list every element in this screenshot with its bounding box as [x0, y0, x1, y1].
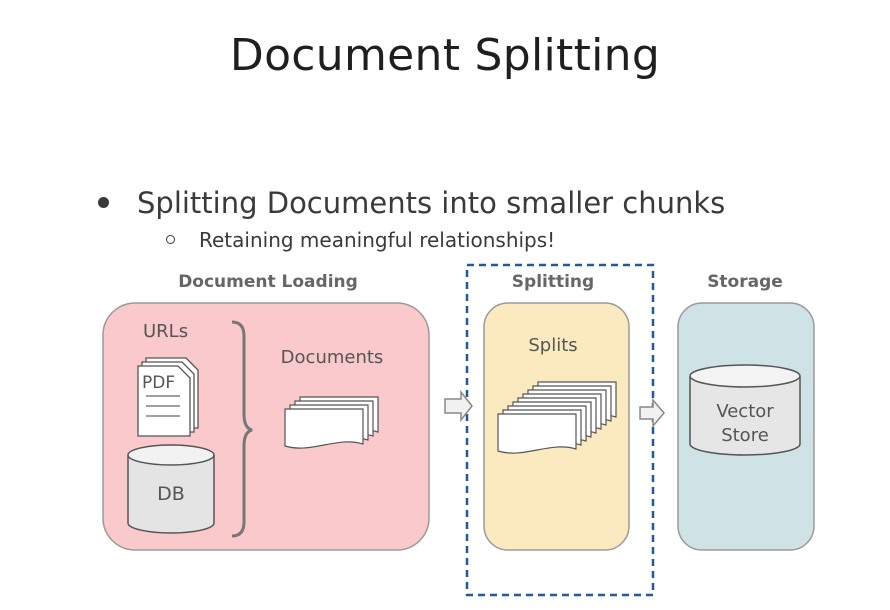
- pipeline-diagram: URLs PDF DB Documents Splits Vector Stor…: [102, 263, 815, 597]
- documents-label: Documents: [281, 347, 384, 368]
- vector-store-line1: Vector: [716, 401, 774, 422]
- pdf-label: PDF: [142, 373, 175, 393]
- db-label: DB: [157, 483, 185, 505]
- pdf-icon: PDF: [137, 357, 199, 437]
- vector-store-icon: Vector Store: [689, 364, 801, 456]
- urls-label: URLs: [143, 321, 188, 342]
- vector-store-line2: Store: [721, 425, 769, 446]
- database-icon: DB: [127, 444, 215, 534]
- splits-label: Splits: [528, 335, 577, 356]
